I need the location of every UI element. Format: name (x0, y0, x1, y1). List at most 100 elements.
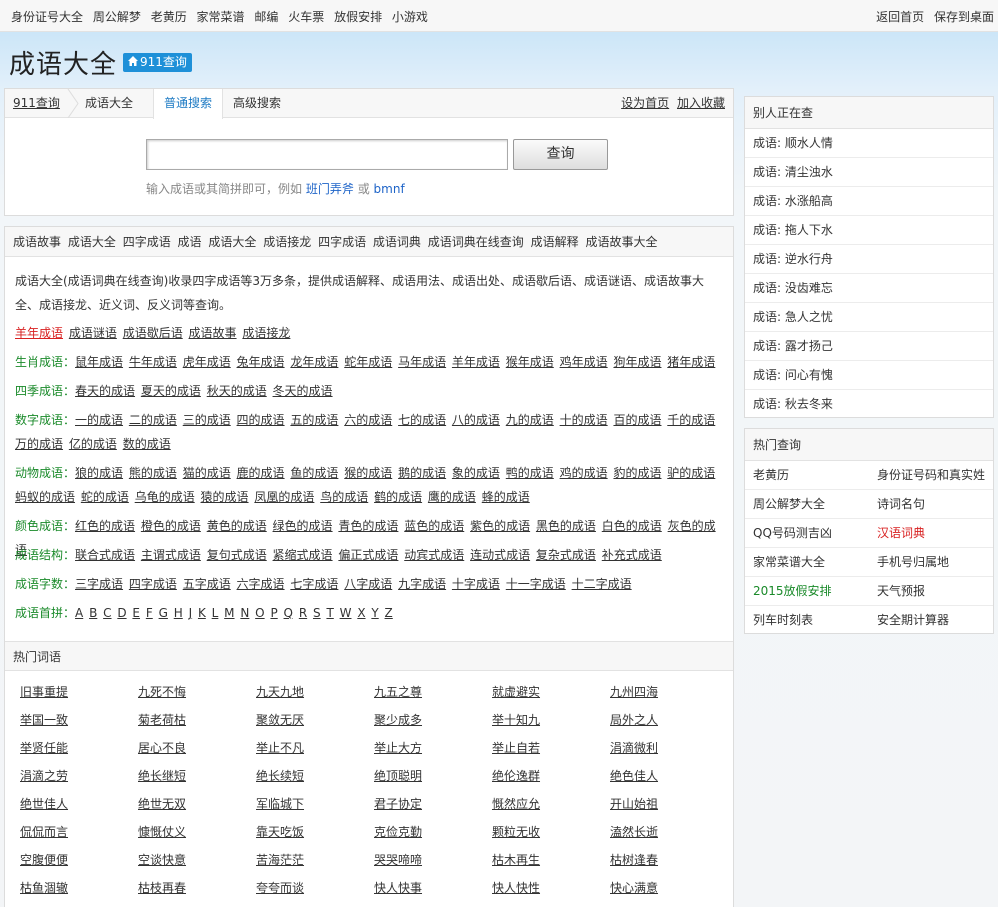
category-row-link[interactable]: 马年成语 (398, 355, 446, 369)
hot-word-link[interactable]: 绝顶聪明 (374, 767, 422, 784)
category-row-link[interactable]: 连动式成语 (470, 548, 530, 562)
category-row-link[interactable]: 六的成语 (344, 413, 392, 427)
back-home-link[interactable]: 返回首页 (876, 10, 924, 24)
category-row-link[interactable]: 牛年成语 (129, 355, 177, 369)
category-row-link[interactable]: 补充式成语 (602, 548, 662, 562)
hot-word-link[interactable]: 绝色佳人 (610, 767, 658, 784)
hot-query-link[interactable]: 列车时刻表 (753, 606, 813, 635)
category-row-link[interactable]: 鱼的成语 (290, 466, 338, 480)
recent-search-item[interactable]: 成语: 没齿难忘 (745, 274, 993, 303)
recent-search-item[interactable]: 成语: 露才扬己 (745, 332, 993, 361)
category-row-link[interactable]: D (117, 606, 126, 620)
category-row-link[interactable]: 紧缩式成语 (273, 548, 333, 562)
hot-word-link[interactable]: 举国一致 (20, 711, 68, 728)
hot-query-link[interactable]: 身份证号码和真实姓 (877, 461, 985, 490)
category-row-link[interactable]: 十的成语 (560, 413, 608, 427)
set-homepage-link[interactable]: 设为首页 (621, 96, 669, 110)
category-row-link[interactable]: 二的成语 (129, 413, 177, 427)
category-row-link[interactable]: A (75, 606, 83, 620)
recent-search-item[interactable]: 成语: 清尘浊水 (745, 158, 993, 187)
category-row-link[interactable]: C (103, 606, 111, 620)
hot-word-link[interactable]: 举止自若 (492, 739, 540, 756)
category-row-link[interactable]: 红色的成语 (75, 519, 135, 533)
category-row-link[interactable]: 橙色的成语 (141, 519, 201, 533)
category-row-link[interactable]: 龙年成语 (290, 355, 338, 369)
hot-word-link[interactable]: 苦海茫茫 (256, 851, 304, 868)
category-row-link[interactable]: Y (371, 606, 378, 620)
category-row-link[interactable]: 鼠年成语 (75, 355, 123, 369)
category-link[interactable]: 成语解释 (531, 235, 579, 249)
category-row-link[interactable]: L (212, 606, 219, 620)
category-row-link[interactable]: J (189, 606, 193, 620)
category-row-link[interactable]: 冬天的成语 (273, 384, 333, 398)
hot-word-link[interactable]: 枯树逢春 (610, 851, 658, 868)
hot-word-link[interactable]: 绝世无双 (138, 795, 186, 812)
quick-link-xiehouyu[interactable]: 成语歇后语 (123, 326, 183, 340)
category-row-link[interactable]: S (313, 606, 321, 620)
category-row-link[interactable]: 亿的成语 (69, 437, 117, 451)
hot-word-link[interactable]: 枯枝再春 (138, 879, 186, 896)
category-row-link[interactable]: 鸡的成语 (560, 466, 608, 480)
top-link-holiday[interactable]: 放假安排 (334, 10, 382, 24)
hot-query-link[interactable]: QQ号码测吉凶 (753, 519, 832, 548)
category-row-link[interactable]: 一的成语 (75, 413, 123, 427)
category-row-link[interactable]: B (89, 606, 97, 620)
category-row-link[interactable]: Z (385, 606, 393, 620)
hot-query-link[interactable]: 天气预报 (877, 577, 925, 606)
hot-word-link[interactable]: 聚少成多 (374, 711, 422, 728)
category-row-link[interactable]: 三的成语 (183, 413, 231, 427)
hot-word-link[interactable]: 绝长继短 (138, 767, 186, 784)
hot-query-link[interactable]: 汉语词典 (877, 519, 925, 548)
hot-word-link[interactable]: 克俭克勤 (374, 823, 422, 840)
category-row-link[interactable]: 四字成语 (129, 577, 177, 591)
top-link-almanac[interactable]: 老黄历 (151, 10, 187, 24)
hot-word-link[interactable]: 旧事重提 (20, 683, 68, 700)
hot-word-link[interactable]: 聚敛无厌 (256, 711, 304, 728)
category-row-link[interactable]: Q (284, 606, 293, 620)
hot-query-link[interactable]: 诗词名句 (877, 490, 925, 519)
category-row-link[interactable]: 秋天的成语 (207, 384, 267, 398)
category-row-link[interactable]: R (299, 606, 307, 620)
category-row-link[interactable]: E (132, 606, 140, 620)
category-row-link[interactable]: 七的成语 (398, 413, 446, 427)
hot-word-link[interactable]: 九五之尊 (374, 683, 422, 700)
category-row-link[interactable]: 鹰的成语 (428, 490, 476, 504)
category-row-link[interactable]: 猿的成语 (201, 490, 249, 504)
hot-word-link[interactable]: 居心不良 (138, 739, 186, 756)
search-input[interactable] (146, 139, 508, 170)
category-row-link[interactable]: 驴的成语 (667, 466, 715, 480)
category-row-link[interactable]: 十字成语 (452, 577, 500, 591)
hot-word-link[interactable]: 快心满意 (610, 879, 658, 896)
category-row-link[interactable]: 九的成语 (506, 413, 554, 427)
add-favorite-link[interactable]: 加入收藏 (677, 96, 725, 110)
top-link-idcard[interactable]: 身份证号大全 (11, 10, 83, 24)
recent-search-item[interactable]: 成语: 顺水人情 (745, 129, 993, 158)
hot-word-link[interactable]: 涓滴之劳 (20, 767, 68, 784)
category-row-link[interactable]: 紫色的成语 (470, 519, 530, 533)
category-row-link[interactable]: 象的成语 (452, 466, 500, 480)
category-row-link[interactable]: 虎年成语 (183, 355, 231, 369)
hot-word-link[interactable]: 君子协定 (374, 795, 422, 812)
hot-word-link[interactable]: 就虚避实 (492, 683, 540, 700)
top-link-postcode[interactable]: 邮编 (254, 10, 278, 24)
category-row-link[interactable]: 鸭的成语 (506, 466, 554, 480)
category-row-link[interactable]: 六字成语 (237, 577, 285, 591)
hot-word-link[interactable]: 举贤任能 (20, 739, 68, 756)
category-row-link[interactable]: 白色的成语 (602, 519, 662, 533)
hot-word-link[interactable]: 菊老荷枯 (138, 711, 186, 728)
hot-query-link[interactable]: 手机号归属地 (877, 548, 949, 577)
category-row-link[interactable]: 十一字成语 (506, 577, 566, 591)
hot-word-link[interactable]: 绝长续短 (256, 767, 304, 784)
category-row-link[interactable]: 乌龟的成语 (135, 490, 195, 504)
category-row-link[interactable]: 八的成语 (452, 413, 500, 427)
category-row-link[interactable]: 猪年成语 (667, 355, 715, 369)
hot-query-link[interactable]: 安全期计算器 (877, 606, 949, 635)
hot-query-link[interactable]: 老黄历 (753, 461, 789, 490)
hot-word-link[interactable]: 枯鱼涸辙 (20, 879, 68, 896)
category-row-link[interactable]: 三字成语 (75, 577, 123, 591)
hot-word-link[interactable]: 快人快事 (374, 879, 422, 896)
category-row-link[interactable]: 青色的成语 (338, 519, 398, 533)
hot-word-link[interactable]: 枯木再生 (492, 851, 540, 868)
category-row-link[interactable]: 春天的成语 (75, 384, 135, 398)
hot-word-link[interactable]: 溘然长逝 (610, 823, 658, 840)
